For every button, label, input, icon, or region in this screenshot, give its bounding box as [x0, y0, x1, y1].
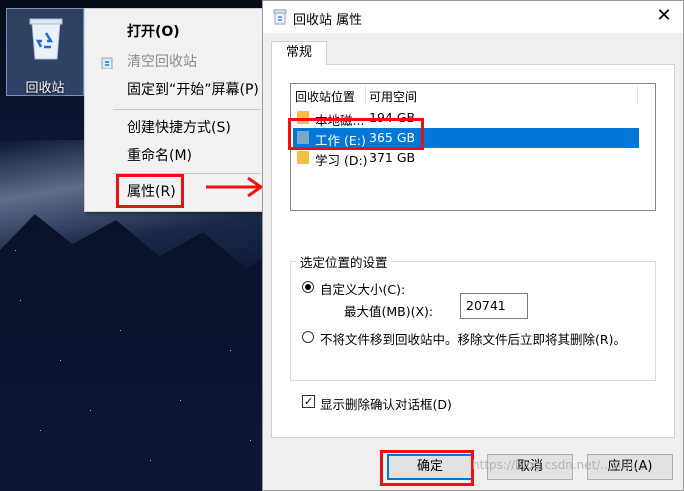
highlight-drive-box: [288, 118, 424, 150]
list-item[interactable]: 学习 (D:) 371 GB: [293, 148, 639, 168]
column-divider: [637, 86, 638, 104]
recycle-bin-title-icon: [273, 9, 287, 25]
close-button[interactable]: ✕: [655, 7, 673, 25]
custom-size-radio[interactable]: [302, 281, 314, 293]
list-header: 回收站位置 可用空间: [291, 84, 655, 106]
menu-item-empty-label: 清空回收站: [127, 54, 197, 70]
red-arrow-icon: [206, 176, 264, 198]
confirm-delete-label[interactable]: 显示删除确认对话框(D): [320, 394, 452, 413]
watermark-text: https://blog.csdn.net/...sun...: [472, 458, 645, 472]
list-item-name: 学习 (D:): [315, 153, 368, 168]
properties-dialog: 回收站 属性 ✕ 常规 回收站位置 可用空间 本地磁... 194 GB 工作 …: [262, 0, 684, 491]
column-header-location[interactable]: 回收站位置: [295, 88, 355, 105]
confirm-delete-checkbox[interactable]: ✓: [302, 395, 315, 408]
recycle-bin-small-icon: [101, 57, 113, 69]
dialog-title: 回收站 属性: [293, 13, 363, 28]
menu-item-open[interactable]: 打开(O): [85, 21, 265, 43]
column-divider: [365, 86, 366, 104]
highlight-ok-box: [380, 450, 474, 486]
dialog-client: 常规 回收站位置 可用空间 本地磁... 194 GB 工作 (E:) 365 …: [263, 33, 683, 490]
recycle-bin-desktop-icon[interactable]: 回收站: [6, 8, 84, 96]
no-move-label[interactable]: 不将文件移到回收站中。移除文件后立即将其删除(R)。: [320, 329, 626, 348]
list-item-size: 371 GB: [369, 150, 416, 165]
folder-icon: [297, 151, 309, 164]
no-move-radio[interactable]: [302, 331, 314, 343]
max-size-input[interactable]: 20741: [460, 293, 528, 319]
settings-group-title: 选定位置的设置: [296, 252, 392, 271]
menu-item-pin-start[interactable]: 固定到“开始”屏幕(P): [85, 79, 265, 101]
dialog-titlebar[interactable]: 回收站 属性 ✕: [263, 1, 683, 33]
menu-item-empty-recycle-bin: 清空回收站: [85, 51, 265, 73]
menu-separator: [113, 109, 261, 110]
menu-item-create-shortcut[interactable]: 创建快捷方式(S): [85, 117, 265, 139]
menu-item-rename[interactable]: 重命名(M): [85, 145, 265, 167]
recycle-bin-icon: [29, 18, 63, 60]
custom-size-label[interactable]: 自定义大小(C):: [320, 279, 405, 298]
max-size-label: 最大值(MB)(X):: [344, 304, 434, 319]
column-header-free-space[interactable]: 可用空间: [369, 88, 417, 105]
recycle-bin-label: 回收站: [25, 81, 65, 96]
tab-general[interactable]: 常规: [271, 41, 327, 65]
highlight-properties-box: [116, 174, 184, 208]
